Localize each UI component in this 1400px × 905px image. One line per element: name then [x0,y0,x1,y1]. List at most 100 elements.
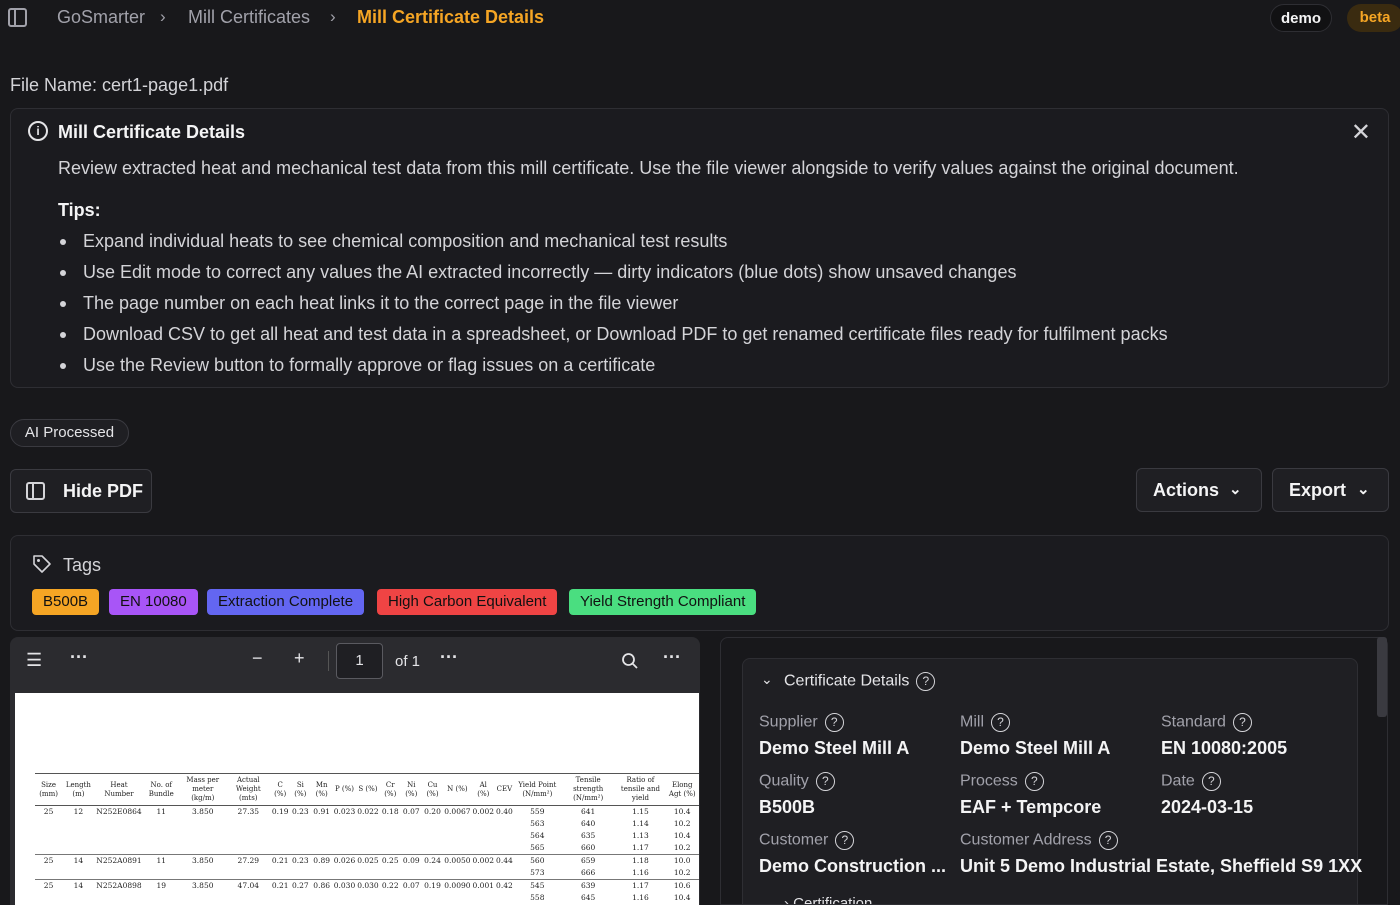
page-number-input[interactable]: 1 [336,643,383,679]
tip-item: The page number on each heat links it to… [58,291,1168,322]
info-panel: i Mill Certificate Details ✕ Review extr… [10,108,1389,388]
search-icon[interactable] [621,652,639,670]
breadcrumb-gosmarter[interactable]: GoSmarter [57,7,145,28]
more-horizontal-icon[interactable]: ··· [663,647,681,668]
tag-yield-strength-compliant[interactable]: Yield Strength Compliant [569,589,757,615]
pdf-table-cell [143,867,179,880]
export-button[interactable]: Export ⌄ [1272,468,1389,512]
scrollbar[interactable] [1377,637,1387,717]
quality-label: Quality? [759,772,835,791]
help-icon[interactable]: ? [815,772,835,791]
customer-address-value: Unit 5 Demo Industrial Estate, Sheffield… [960,856,1363,876]
pdf-table-cell [143,842,179,855]
tag-b500b[interactable]: B500B [32,589,100,615]
hide-pdf-button[interactable]: Hide PDF [10,469,152,513]
pdf-table-cell [179,818,226,830]
tag-high-carbon-equivalent[interactable]: High Carbon Equivalent [377,589,558,615]
pdf-table-cell: 1.17 [632,843,649,852]
pdf-table-cell [422,867,444,880]
pdf-table-cell [179,830,226,842]
pdf-table-cell [472,818,496,830]
pdf-table-cell: 0.91 [313,807,330,816]
date-value: 2024-03-15 [1161,797,1254,817]
pdf-table-cell: 666 [581,868,596,877]
pdf-table-cell [35,818,62,830]
pdf-table-cell: 1.17 [615,879,666,892]
chevron-down-icon: ⌄ [1357,481,1370,498]
pdf-table-cell: 0.025 [356,854,380,867]
pdf-table-cell: 645 [581,893,596,902]
pdf-table-cell: 0.22 [379,879,401,892]
close-icon[interactable]: ✕ [1351,121,1371,145]
pdf-table-cell [333,842,356,855]
pdf-table-cell: 10.2 [673,843,691,852]
pdf-table-cell [311,842,333,855]
help-icon[interactable]: ? [824,713,844,732]
pdf-table-cell: 559 [530,807,545,816]
pdf-table-cell [472,842,496,855]
tag-extraction-complete[interactable]: Extraction Complete [207,589,365,615]
help-icon[interactable]: ? [916,672,936,691]
pdf-table-cell: 659 [560,854,616,867]
tag-en-10080[interactable]: EN 10080 [109,589,198,615]
zoom-in-icon[interactable]: + [294,648,305,669]
user-badge[interactable]: demo [1270,4,1332,32]
more-horizontal-icon[interactable]: ··· [70,647,88,668]
section-title[interactable]: Certificate Details? [784,672,936,691]
sidebar-toggle-icon[interactable] [8,8,27,27]
pdf-table-header: Length (m) [62,773,95,806]
pdf-table-cell [311,830,333,842]
pdf-table-header: Actual Weight (mts) [226,773,271,806]
pdf-table-header: No. of Bundle [143,773,180,806]
pdf-table-cell: 1.13 [632,831,649,840]
actions-button[interactable]: Actions ⌄ [1136,468,1262,512]
help-icon[interactable]: ? [835,831,855,850]
pdf-table-cell: 0.002 [472,807,495,816]
pdf-table-cell [380,842,401,855]
mill-label: Mill? [960,713,1010,732]
tips-title: Tips: [58,200,101,220]
pdf-table-cell [333,830,356,842]
certification-section-toggle[interactable]: › Certification [784,895,872,904]
help-icon[interactable]: ? [1024,772,1044,791]
more-horizontal-icon[interactable]: ··· [440,647,458,668]
pdf-table-cell [443,818,471,830]
chevron-right-icon: › [160,7,166,26]
pdf-table-cell [270,818,290,830]
pdf-table-cell [62,818,94,830]
pdf-table-cell: 0.19 [421,879,444,892]
section-title-label: Certificate Details [784,672,910,690]
zoom-out-icon[interactable]: − [252,648,263,669]
pdf-table-cell [333,892,356,904]
pdf-table-cell: 1.18 [615,854,666,867]
mill-value: Demo Steel Mill A [960,738,1111,758]
pdf-table-cell [62,892,94,904]
help-icon[interactable]: ? [1232,713,1252,732]
pdf-table-cell: 3.850 [179,879,227,892]
pdf-table-cell [179,892,226,904]
breadcrumb-mill-certificates[interactable]: Mill Certificates [188,7,310,28]
tips-list: Expand individual heats to see chemical … [58,229,1168,384]
pdf-table-cell [311,867,333,880]
pdf-table-cell [472,830,496,842]
chevron-down-icon[interactable]: ⌄ [761,671,773,688]
pdf-table-cell [95,830,144,842]
supplier-label: Supplier? [759,713,844,732]
help-icon[interactable]: ? [991,713,1010,732]
help-icon[interactable]: ? [1201,772,1221,791]
pdf-table-cell [179,842,226,855]
standard-value: EN 10080:2005 [1161,738,1288,758]
pdf-table-cell: 0.27 [290,879,311,892]
pdf-table-header: Mass per meter (kg/m) [179,773,227,806]
pdf-table-cell: 10.4 [673,893,691,902]
pdf-table-cell: 639 [560,879,616,892]
pdf-table-cell: 0.001 [471,879,496,892]
supplier-value: Demo Steel Mill A [759,738,910,758]
outline-list-icon[interactable]: ☰ [26,650,42,671]
pdf-table-header: Heat Number [94,773,144,806]
pdf-table-cell: 1.15 [632,807,649,816]
pdf-table-cell: 0.40 [496,807,513,816]
pdf-table-cell [356,830,379,842]
pdf-table-cell: 10.6 [665,879,699,892]
help-icon[interactable]: ? [1098,831,1118,850]
